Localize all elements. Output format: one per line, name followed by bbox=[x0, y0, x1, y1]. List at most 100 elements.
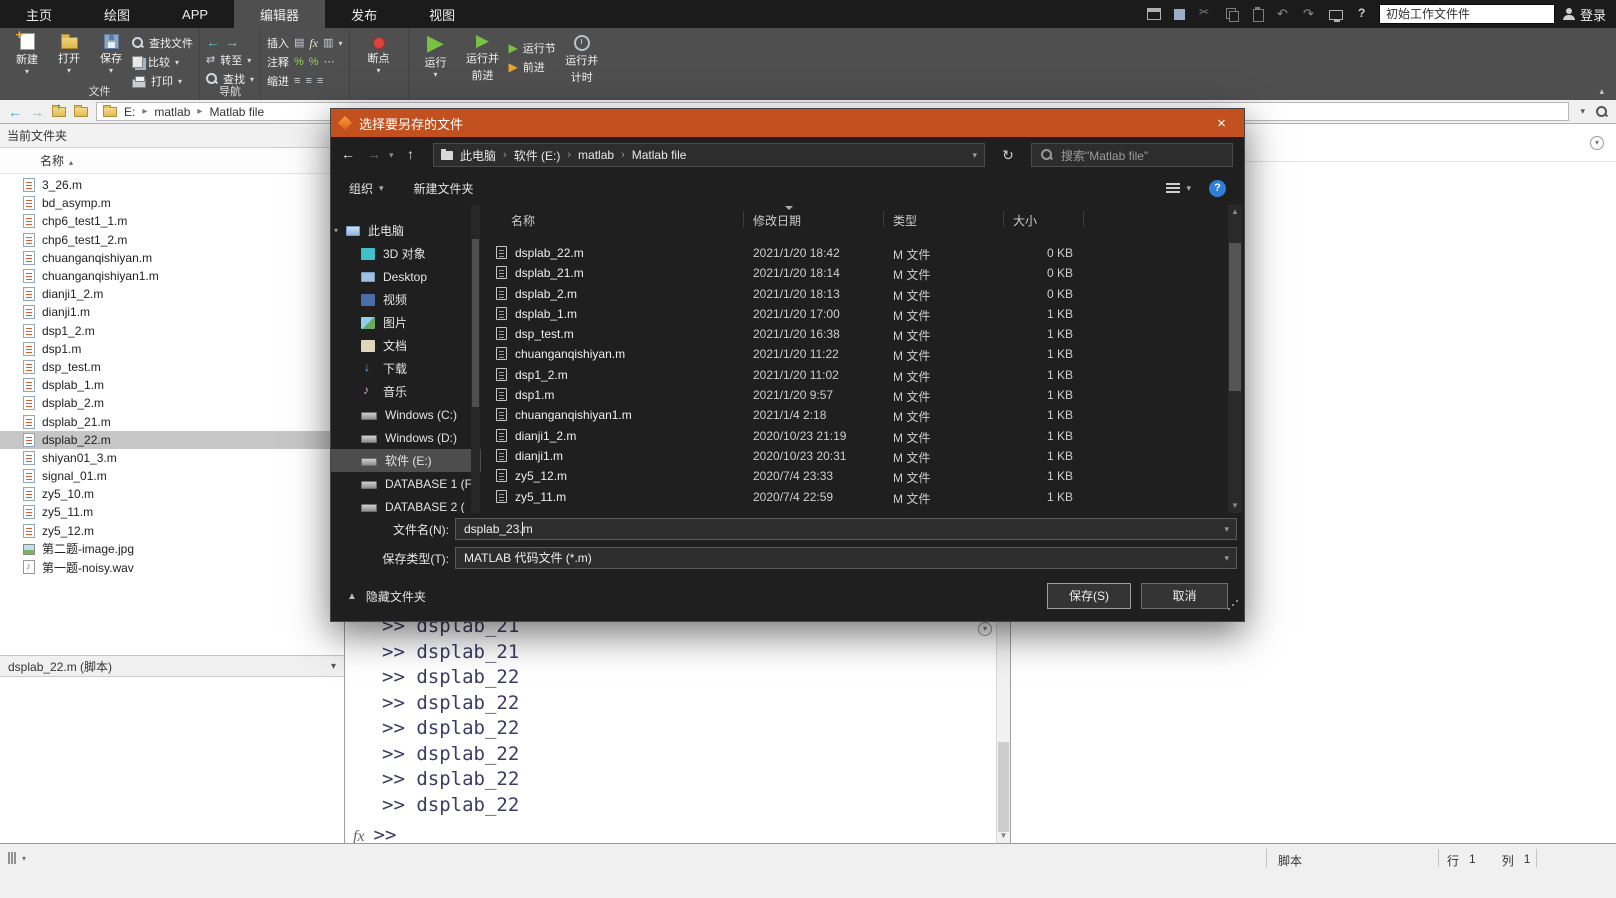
file-list-item[interactable]: zy5_12.m bbox=[0, 522, 344, 540]
dialog-file-row[interactable]: dsplab_21.m 2021/1/20 18:14 M 文件 0 KB bbox=[491, 263, 1228, 283]
find-files-button[interactable]: 查找文件 bbox=[132, 35, 193, 51]
quick-access-icon[interactable] bbox=[1327, 5, 1345, 23]
path-dropdown-icon[interactable]: ▾ bbox=[1577, 106, 1588, 117]
resize-grip-icon[interactable] bbox=[1228, 608, 1230, 610]
quick-access-icon[interactable] bbox=[1223, 5, 1241, 23]
close-icon[interactable]: × bbox=[1199, 109, 1244, 137]
file-list-scrollbar[interactable]: ▲ ▼ bbox=[1228, 205, 1242, 513]
chevron-down-icon[interactable]: ▾ bbox=[1224, 519, 1229, 539]
open-button[interactable]: 打开 ▾ bbox=[48, 30, 90, 87]
navigate-forward-icon[interactable]: → bbox=[225, 35, 239, 49]
dialog-titlebar[interactable]: 选择要另存的文件 bbox=[331, 109, 1244, 137]
ribbon-tab[interactable]: 主页 bbox=[0, 0, 78, 28]
organize-button[interactable]: 组织 ▾ bbox=[349, 180, 384, 197]
ribbon-collapse-icon[interactable]: ▴ bbox=[1599, 86, 1604, 97]
quick-access-icon[interactable] bbox=[1301, 5, 1319, 23]
quick-access-icon[interactable] bbox=[1145, 5, 1163, 23]
up-one-level-icon[interactable]: ↑ bbox=[52, 102, 66, 117]
savetype-select[interactable]: MATLAB 代码文件 (*.m) ▾ bbox=[455, 547, 1237, 569]
ribbon-tab[interactable]: 发布 bbox=[325, 0, 403, 28]
nav-pane-item[interactable]: 视频 bbox=[331, 288, 481, 311]
file-list-item[interactable]: 第一题-noisy.wav bbox=[0, 558, 344, 576]
file-list-item[interactable]: chuanganqishiyan.m bbox=[0, 249, 344, 267]
compare-button[interactable]: 比较 ▾ bbox=[132, 54, 193, 70]
save-button[interactable]: 保存(S) bbox=[1047, 583, 1131, 609]
scroll-up-icon[interactable]: ▲ bbox=[1228, 205, 1242, 219]
run-and-time-button[interactable]: 运行并 计时 bbox=[556, 30, 608, 87]
path-segment[interactable]: Matlab file▸ bbox=[209, 105, 264, 119]
goto-button[interactable]: ⇄ 转至 ▾ bbox=[206, 52, 254, 68]
nav-pane-item[interactable]: DATABASE 1 (F bbox=[331, 472, 481, 495]
forward-icon[interactable]: → bbox=[30, 104, 44, 120]
column-header-size[interactable]: 大小 bbox=[1013, 212, 1037, 229]
navigate-back-icon[interactable]: ← bbox=[206, 35, 220, 49]
column-header-type[interactable]: 类型 bbox=[893, 212, 917, 229]
panel-menu-icon[interactable]: ▾ bbox=[1590, 136, 1604, 150]
indent-button[interactable]: 缩进 ≡ ≡ ≡ bbox=[267, 73, 343, 89]
breadcrumb-segment[interactable]: matlab › bbox=[578, 148, 632, 162]
file-list-item[interactable]: dsplab_22.m bbox=[0, 430, 344, 449]
refresh-icon[interactable]: ↻ bbox=[995, 143, 1021, 167]
nav-pane-item[interactable]: 图片 bbox=[331, 311, 481, 334]
resize-grip-icon[interactable] bbox=[8, 852, 10, 864]
scrollbar-thumb[interactable] bbox=[472, 239, 479, 407]
nav-pane-item[interactable]: Windows (C:) bbox=[331, 403, 481, 426]
nav-pane-item[interactable]: DATABASE 2 ( bbox=[331, 495, 481, 513]
file-details-header[interactable]: dsplab_22.m (脚本) ▾ bbox=[0, 655, 344, 677]
dialog-file-row[interactable]: chuanganqishiyan.m 2021/1/20 11:22 M 文件 … bbox=[491, 344, 1228, 364]
file-list-item[interactable]: dsplab_21.m bbox=[0, 412, 344, 430]
nav-pane-item[interactable]: 此电脑 bbox=[331, 219, 481, 242]
file-list-item[interactable]: dianji1_2.m bbox=[0, 285, 344, 303]
back-icon[interactable]: ← bbox=[341, 146, 355, 162]
login-button[interactable]: 登录 bbox=[1562, 5, 1606, 24]
quick-access-icon[interactable] bbox=[1197, 5, 1215, 23]
file-list-item[interactable]: bd_asymp.m bbox=[0, 194, 344, 212]
recent-locations-icon[interactable]: ▾ bbox=[389, 150, 394, 161]
dialog-file-row[interactable]: dsplab_1.m 2021/1/20 17:00 M 文件 1 KB bbox=[491, 304, 1228, 324]
path-segment[interactable]: E: ▸ bbox=[124, 105, 154, 119]
browse-folder-icon[interactable] bbox=[74, 104, 88, 117]
nav-pane-item[interactable]: 3D 对象 bbox=[331, 242, 481, 265]
forward-icon[interactable]: → bbox=[367, 146, 381, 162]
file-list-item[interactable]: dsplab_1.m bbox=[0, 376, 344, 394]
workspace-search-input[interactable]: 初始工作文件件 bbox=[1378, 4, 1555, 24]
file-list-item[interactable]: shiyan01_3.m bbox=[0, 449, 344, 467]
ribbon-tab[interactable]: 编辑器 bbox=[234, 0, 326, 28]
scroll-indicator-icon[interactable]: ▾ bbox=[978, 622, 992, 636]
nav-pane-item[interactable]: 下载 bbox=[331, 357, 481, 380]
file-list-item[interactable]: dsp_test.m bbox=[0, 358, 344, 376]
ribbon-tab[interactable]: 绘图 bbox=[78, 0, 156, 28]
save-button[interactable]: 保存 ▾ bbox=[90, 30, 132, 87]
file-list-item[interactable]: dsp1.m bbox=[0, 340, 344, 358]
ribbon-tab[interactable]: APP bbox=[156, 0, 234, 28]
help-icon[interactable]: ? bbox=[1209, 179, 1226, 197]
file-list-item[interactable]: dsp1_2.m bbox=[0, 322, 344, 340]
chevron-down-icon[interactable]: ▾ bbox=[972, 150, 977, 161]
comment-button[interactable]: 注释 % % ⋯ bbox=[267, 54, 343, 70]
path-segment[interactable]: matlab ▸ bbox=[154, 105, 209, 119]
hide-folders-button[interactable]: ▲ 隐藏文件夹 bbox=[347, 588, 426, 605]
breadcrumb-segment[interactable]: 此电脑 › bbox=[460, 147, 514, 164]
dialog-file-row[interactable]: zy5_12.m 2020/7/4 23:33 M 文件 1 KB bbox=[491, 466, 1228, 486]
column-header-name[interactable]: 名称 bbox=[511, 212, 535, 229]
insert-button[interactable]: 插入 ▤ fx ▥ ▾ bbox=[267, 35, 343, 51]
dialog-file-row[interactable]: dsp1_2.m 2021/1/20 11:02 M 文件 1 KB bbox=[491, 365, 1228, 385]
dialog-file-row[interactable]: dianji1_2.m 2020/10/23 21:19 M 文件 1 KB bbox=[491, 426, 1228, 446]
search-icon[interactable] bbox=[1596, 105, 1608, 118]
dialog-file-row[interactable]: dianji1.m 2020/10/23 20:31 M 文件 1 KB bbox=[491, 446, 1228, 466]
dialog-file-row[interactable]: dsplab_22.m 2021/1/20 18:42 M 文件 0 KB bbox=[491, 243, 1228, 263]
file-list-item[interactable]: dsplab_2.m bbox=[0, 394, 344, 412]
breadcrumb-segment[interactable]: 软件 (E:) › bbox=[514, 147, 578, 164]
dialog-file-row[interactable]: dsplab_2.m 2021/1/20 18:13 M 文件 0 KB bbox=[491, 284, 1228, 304]
command-prompt[interactable]: >> bbox=[374, 824, 397, 843]
nav-pane-item[interactable]: Windows (D:) bbox=[331, 426, 481, 449]
new-script-button[interactable]: 新建 ▾ bbox=[6, 27, 48, 87]
cancel-button[interactable]: 取消 bbox=[1141, 583, 1228, 609]
dialog-file-row[interactable]: dsp1.m 2021/1/20 9:57 M 文件 1 KB bbox=[491, 385, 1228, 405]
back-icon[interactable]: ← bbox=[8, 104, 22, 120]
file-list-item[interactable]: chp6_test1_1.m bbox=[0, 212, 344, 230]
run-section-button[interactable]: ▶ 运行节 bbox=[509, 40, 556, 56]
file-list-item[interactable]: zy5_10.m bbox=[0, 485, 344, 503]
filename-input[interactable]: dsplab_23.m ▾ bbox=[455, 518, 1237, 540]
nav-pane-scrollbar[interactable] bbox=[471, 205, 480, 513]
